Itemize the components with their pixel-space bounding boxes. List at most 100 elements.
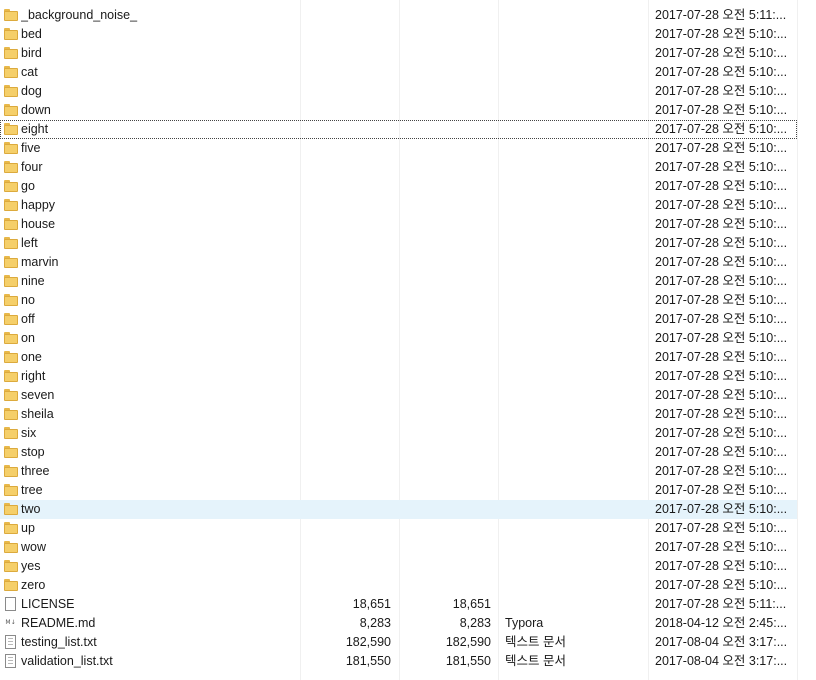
- file-size: [300, 120, 391, 139]
- file-row[interactable]: LICENSE 18,651 18,651 2017-07-28 오전 5:11:..…: [0, 595, 797, 614]
- file-row[interactable]: sheila 2017-07-28 오전 5:10:...: [0, 405, 797, 424]
- file-row[interactable]: up 2017-07-28 오전 5:10:...: [0, 519, 797, 538]
- folder-icon: [4, 120, 18, 139]
- file-size: [300, 348, 391, 367]
- file-row[interactable]: wow 2017-07-28 오전 5:10:...: [0, 538, 797, 557]
- file-size-alt: [400, 557, 491, 576]
- file-size: [300, 44, 391, 63]
- file-modified-date: 2017-07-28 오전 5:11:...: [655, 8, 787, 22]
- folder-icon: [4, 576, 18, 595]
- file-type: [505, 234, 645, 253]
- file-type: 텍스트 문서: [505, 654, 566, 668]
- file-row[interactable]: on 2017-07-28 오전 5:10:...: [0, 329, 797, 348]
- file-size-alt: 18,651: [452, 597, 491, 611]
- file-modified-date: 2017-07-28 오전 5:10:...: [655, 407, 788, 421]
- file-row[interactable]: dog 2017-07-28 오전 5:10:...: [0, 82, 797, 101]
- file-type: [505, 196, 645, 215]
- file-type: [505, 253, 645, 272]
- file-row[interactable]: bird 2017-07-28 오전 5:10:...: [0, 44, 797, 63]
- file-name: sheila: [21, 407, 54, 421]
- file-modified-date: 2017-07-28 오전 5:11:...: [655, 597, 787, 611]
- folder-icon: [4, 557, 18, 576]
- file-type: [505, 576, 645, 595]
- file-modified-date: 2017-07-28 오전 5:10:...: [655, 445, 788, 459]
- folder-icon: [4, 329, 18, 348]
- folder-icon: [4, 519, 18, 538]
- file-modified-date: 2017-07-28 오전 5:10:...: [655, 217, 788, 231]
- file-name: right: [21, 369, 46, 383]
- file-name: five: [21, 141, 41, 155]
- file-row[interactable]: six 2017-07-28 오전 5:10:...: [0, 424, 797, 443]
- file-type: [505, 310, 645, 329]
- file-row[interactable]: happy 2017-07-28 오전 5:10:...: [0, 196, 797, 215]
- folder-icon: [4, 44, 18, 63]
- file-type: [505, 291, 645, 310]
- file-row[interactable]: tree 2017-07-28 오전 5:10:...: [0, 481, 797, 500]
- file-size: [300, 367, 391, 386]
- file-size-alt: [400, 101, 491, 120]
- file-row[interactable]: house 2017-07-28 오전 5:10:...: [0, 215, 797, 234]
- file-size: [300, 424, 391, 443]
- file-size: 18,651: [352, 597, 391, 611]
- file-row[interactable]: four 2017-07-28 오전 5:10:...: [0, 158, 797, 177]
- file-row[interactable]: yes 2017-07-28 오전 5:10:...: [0, 557, 797, 576]
- text-file-icon: [4, 652, 18, 671]
- file-row[interactable]: down 2017-07-28 오전 5:10:...: [0, 101, 797, 120]
- file-size-alt: [400, 139, 491, 158]
- file-row[interactable]: cat 2017-07-28 오전 5:10:...: [0, 63, 797, 82]
- file-size-alt: [400, 576, 491, 595]
- file-size: [300, 63, 391, 82]
- folder-icon: [4, 386, 18, 405]
- file-size: [300, 253, 391, 272]
- file-modified-date: 2017-07-28 오전 5:10:...: [655, 350, 788, 364]
- file-type: [505, 557, 645, 576]
- folder-icon: [4, 310, 18, 329]
- file-modified-date: 2017-07-28 오전 5:10:...: [655, 369, 788, 383]
- file-size: [300, 405, 391, 424]
- folder-icon: [4, 234, 18, 253]
- file-size-alt: [400, 481, 491, 500]
- file-row[interactable]: testing_list.txt 182,590 182,590 텍스트 문서 2017…: [0, 633, 797, 652]
- file-row[interactable]: nine 2017-07-28 오전 5:10:...: [0, 272, 797, 291]
- file-row[interactable]: zero 2017-07-28 오전 5:10:...: [0, 576, 797, 595]
- file-row[interactable]: right 2017-07-28 오전 5:10:...: [0, 367, 797, 386]
- file-row[interactable]: bed 2017-07-28 오전 5:10:...: [0, 25, 797, 44]
- file-size-alt: [400, 63, 491, 82]
- file-size-alt: 182,590: [445, 635, 491, 649]
- file-size-alt: [400, 310, 491, 329]
- file-size: [300, 158, 391, 177]
- file-row[interactable]: off 2017-07-28 오전 5:10:...: [0, 310, 797, 329]
- file-row[interactable]: stop 2017-07-28 오전 5:10:...: [0, 443, 797, 462]
- file-row[interactable]: marvin 2017-07-28 오전 5:10:...: [0, 253, 797, 272]
- file-name: wow: [21, 540, 47, 554]
- file-size-alt: [400, 500, 491, 519]
- file-row[interactable]: one 2017-07-28 오전 5:10:...: [0, 348, 797, 367]
- file-modified-date: 2017-07-28 오전 5:10:...: [655, 274, 788, 288]
- folder-icon: [4, 215, 18, 234]
- file-size: [300, 196, 391, 215]
- file-type: [505, 595, 645, 614]
- file-row[interactable]: validation_list.txt 181,550 181,550 텍스트 문서 2…: [0, 652, 797, 671]
- file-row[interactable]: M↓ README.md 8,283 8,283 Typora 2018-04-12 오전…: [0, 614, 797, 633]
- file-modified-date: 2017-07-28 오전 5:10:...: [655, 141, 788, 155]
- folder-icon: [4, 272, 18, 291]
- file-row[interactable]: three 2017-07-28 오전 5:10:...: [0, 462, 797, 481]
- folder-icon: [4, 348, 18, 367]
- file-row[interactable]: seven 2017-07-28 오전 5:10:...: [0, 386, 797, 405]
- file-size-alt: 181,550: [445, 654, 491, 668]
- file-size: [300, 101, 391, 120]
- file-row[interactable]: eight 2017-07-28 오전 5:10:...: [0, 120, 797, 139]
- file-type: [505, 272, 645, 291]
- file-size-alt: [400, 44, 491, 63]
- file-row[interactable]: go 2017-07-28 오전 5:10:...: [0, 177, 797, 196]
- file-type: [505, 386, 645, 405]
- file-size-alt: [400, 386, 491, 405]
- file-row[interactable]: _background_noise_ 2017-07-28 오전 5:11:...: [0, 6, 797, 25]
- file-size: [300, 462, 391, 481]
- file-row[interactable]: no 2017-07-28 오전 5:10:...: [0, 291, 797, 310]
- file-row[interactable]: left 2017-07-28 오전 5:10:...: [0, 234, 797, 253]
- folder-icon: [4, 139, 18, 158]
- file-row[interactable]: five 2017-07-28 오전 5:10:...: [0, 139, 797, 158]
- file-name: bird: [21, 46, 42, 60]
- file-row[interactable]: two 2017-07-28 오전 5:10:...: [0, 500, 797, 519]
